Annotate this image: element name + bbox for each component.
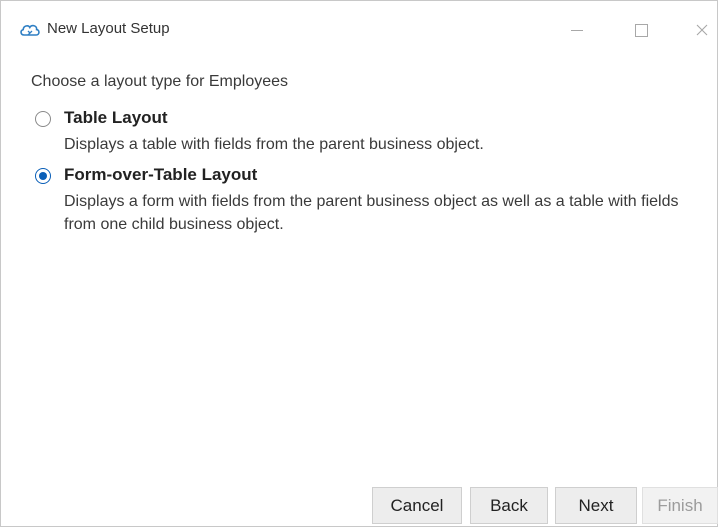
table-layout-description: Displays a table with fields from the pa…	[64, 136, 484, 153]
table-layout-label[interactable]: Table Layout	[64, 108, 168, 128]
next-button[interactable]: Next	[555, 487, 637, 524]
minimize-icon	[571, 29, 583, 31]
dialog-window: New Layout Setup Choose a layout type fo…	[0, 0, 718, 527]
cloud-app-icon	[19, 21, 41, 39]
maximize-icon	[634, 23, 648, 37]
window-title: New Layout Setup	[47, 20, 170, 37]
cancel-button[interactable]: Cancel	[372, 487, 462, 524]
finish-button: Finish	[642, 487, 718, 524]
form-over-table-layout-description: Displays a form with fields from the par…	[64, 193, 679, 233]
form-over-table-layout-label[interactable]: Form-over-Table Layout	[64, 165, 257, 185]
form-over-table-layout-radio[interactable]	[35, 168, 51, 184]
close-icon	[696, 24, 708, 36]
back-button[interactable]: Back	[470, 487, 548, 524]
layout-type-prompt: Choose a layout type for Employees	[31, 73, 289, 90]
table-layout-radio[interactable]	[35, 111, 51, 127]
title-bar[interactable]: New Layout Setup	[1, 1, 717, 55]
minimize-button[interactable]	[557, 15, 597, 45]
maximize-button[interactable]	[621, 15, 661, 45]
close-button[interactable]	[685, 15, 719, 45]
